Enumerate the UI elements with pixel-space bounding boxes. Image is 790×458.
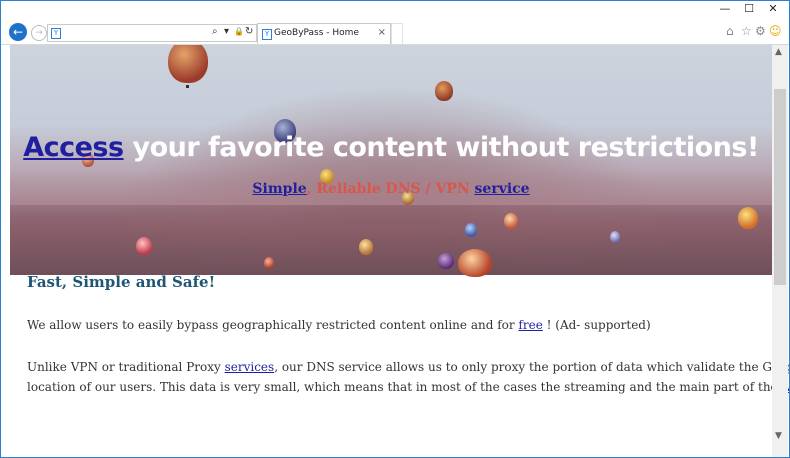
dropdown-icon[interactable]: ▾ [224, 26, 229, 37]
lock-icon: 🔒 [234, 27, 244, 36]
navigation-bar: ← → Y ⌕ ▾ 🔒 ↻ Y GeoByPass - Home × ⌂ ☆ ⚙… [1, 18, 789, 45]
simple-link[interactable]: Simple [252, 181, 306, 197]
home-icon[interactable]: ⌂ [726, 24, 734, 38]
maximize-button[interactable]: ☐ [737, 2, 761, 16]
paragraph-2: Unlike VPN or traditional Proxy services… [27, 357, 790, 377]
paragraph-1: We allow users to easily bypass geograph… [27, 315, 651, 335]
minimize-button[interactable]: — [713, 2, 737, 16]
hot-air-balloon [610, 231, 620, 243]
paragraph-2-text-b: , our DNS service allows us to only prox… [274, 360, 790, 374]
valley-landscape [10, 195, 772, 275]
section-heading: Fast, Simple and Safe! [27, 273, 216, 291]
smiley-feedback-icon[interactable]: ☺ [769, 24, 782, 38]
hot-air-balloon [738, 207, 758, 229]
free-link[interactable]: free [518, 318, 542, 332]
browser-window: — ☐ ✕ ← → Y ⌕ ▾ 🔒 ↻ Y GeoByPass - Home ×… [0, 0, 790, 458]
tab-favicon-icon: Y [262, 29, 272, 40]
balloon-basket [186, 85, 189, 88]
scroll-down-icon[interactable]: ▼ [775, 431, 782, 441]
search-icon[interactable]: ⌕ [212, 26, 218, 37]
hot-air-balloon [438, 253, 454, 269]
scrollbar-thumb[interactable] [774, 89, 786, 285]
tab-close-icon[interactable]: × [378, 27, 386, 38]
hero-subtitle: Simple, Reliable DNS / VPN service [10, 181, 772, 197]
tab-title: GeoByPass - Home [274, 28, 359, 38]
close-button[interactable]: ✕ [761, 2, 785, 16]
access-link[interactable]: Access [23, 132, 124, 163]
paragraph-1-text-b: ! (Ad- supported) [542, 318, 651, 332]
hot-air-balloon [435, 81, 453, 101]
services-link[interactable]: services [225, 360, 275, 374]
hot-air-balloon [458, 249, 492, 277]
forward-icon[interactable]: → [31, 25, 47, 41]
hot-air-balloon [504, 213, 518, 229]
refresh-icon[interactable]: ↻ [245, 26, 253, 37]
hero-title: Access your favorite content without res… [10, 132, 772, 163]
title-bar: — ☐ ✕ [1, 1, 789, 17]
hot-air-balloon [465, 223, 477, 237]
hot-air-balloon [168, 45, 208, 83]
paragraph-1-text-a: We allow users to easily bypass geograph… [27, 318, 519, 332]
address-bar[interactable]: Y ⌕ ▾ 🔒 ↻ [47, 24, 257, 42]
hot-air-balloon [264, 257, 274, 269]
gear-icon[interactable]: ⚙ [755, 24, 766, 38]
favorites-star-icon[interactable]: ☆ [741, 24, 752, 38]
hero-subtitle-text: , Reliable DNS / VPN [306, 181, 475, 197]
new-tab-button[interactable] [391, 23, 403, 44]
tab-geobypass-home[interactable]: Y GeoByPass - Home × [257, 23, 391, 44]
paragraph-3: location of our users. This data is very… [27, 377, 789, 397]
site-favicon-icon: Y [51, 28, 61, 39]
hot-air-balloon [359, 239, 373, 255]
hero-title-text: your favorite content without restrictio… [123, 132, 759, 163]
service-link[interactable]: service [475, 181, 530, 197]
back-icon[interactable]: ← [9, 23, 27, 41]
hot-air-balloon [136, 237, 152, 255]
vertical-scrollbar[interactable]: ▲ ▼ [772, 45, 788, 457]
hero-banner: Access your favorite content without res… [10, 45, 772, 277]
paragraph-3-text: location of our users. This data is very… [27, 380, 782, 394]
paragraph-2-text-a: Unlike VPN or traditional Proxy [27, 360, 225, 374]
scroll-up-icon[interactable]: ▲ [775, 47, 782, 57]
